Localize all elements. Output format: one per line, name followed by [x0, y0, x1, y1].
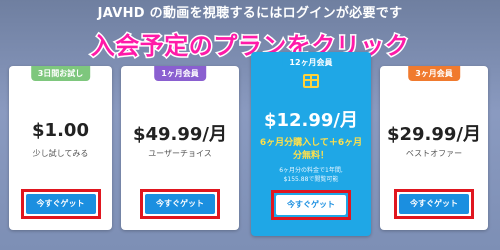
get-now-button-trial[interactable]: 今すぐゲット [25, 194, 96, 214]
gift-icon [303, 74, 319, 88]
plan-fine-print: 6ヶ月分の料金で1年間, $155.88で閲覧可能 [251, 166, 371, 184]
plan-price: $1.00 [32, 120, 89, 141]
plan-cards: 3日間お試し $1.00 少し試してみる 今すぐゲット 1ヶ月会員 $49.99… [0, 52, 500, 250]
fine-print-line: 6ヶ月分の料金で1年間, [279, 167, 343, 174]
plan-price: $49.99/月 [132, 124, 228, 145]
button-highlight-box: 今すぐゲット [394, 189, 474, 219]
plan-promo: 6ヶ月分購入して＋6ヶ月 分無料！ [251, 137, 371, 163]
button-highlight-box: 今すぐゲット [271, 190, 351, 220]
button-highlight-box: 今すぐゲット [140, 189, 220, 219]
get-now-button-1-month[interactable]: 今すぐゲット [145, 194, 215, 214]
fine-print-line: $155.88で閲覧可能 [283, 176, 339, 183]
get-now-button-12-month[interactable]: 今すぐゲット [276, 195, 346, 215]
plan-card-3-month: 3ヶ月会員 $29.99/月 ベストオファー 今すぐゲット [380, 66, 488, 230]
plan-price: $29.99/月 [386, 124, 482, 145]
plan-card-trial: 3日間お試し $1.00 少し試してみる 今すぐゲット [9, 66, 112, 230]
plan-tag: 1ヶ月会員 [154, 66, 206, 81]
plan-tag: 12ヶ月会員 [282, 55, 340, 70]
instruction-headline: 入会予定のプランをクリック [89, 31, 410, 62]
plan-tag: 3日間お試し [30, 66, 91, 81]
plan-price: $12.99/月 [263, 110, 359, 131]
plan-tag: 3ヶ月会員 [408, 66, 460, 81]
login-required-banner: JAVHD の動画を視聴するにはログインが必要です [97, 6, 403, 21]
promo-line: 分無料！ [292, 151, 329, 161]
plan-description: ユーザーチョイス [148, 149, 212, 158]
plan-card-1-month: 1ヶ月会員 $49.99/月 ユーザーチョイス 今すぐゲット [121, 66, 239, 230]
promo-line: 6ヶ月分購入して＋6ヶ月 [259, 138, 363, 148]
button-highlight-box: 今すぐゲット [20, 189, 101, 219]
plan-description: ベストオファー [405, 149, 463, 158]
plan-description: 少し試してみる [32, 149, 89, 158]
plan-card-12-month: 12ヶ月会員 $12.99/月 6ヶ月分購入して＋6ヶ月 分無料！ 6ヶ月分の料… [251, 52, 371, 236]
get-now-button-3-month[interactable]: 今すぐゲット [399, 194, 469, 214]
